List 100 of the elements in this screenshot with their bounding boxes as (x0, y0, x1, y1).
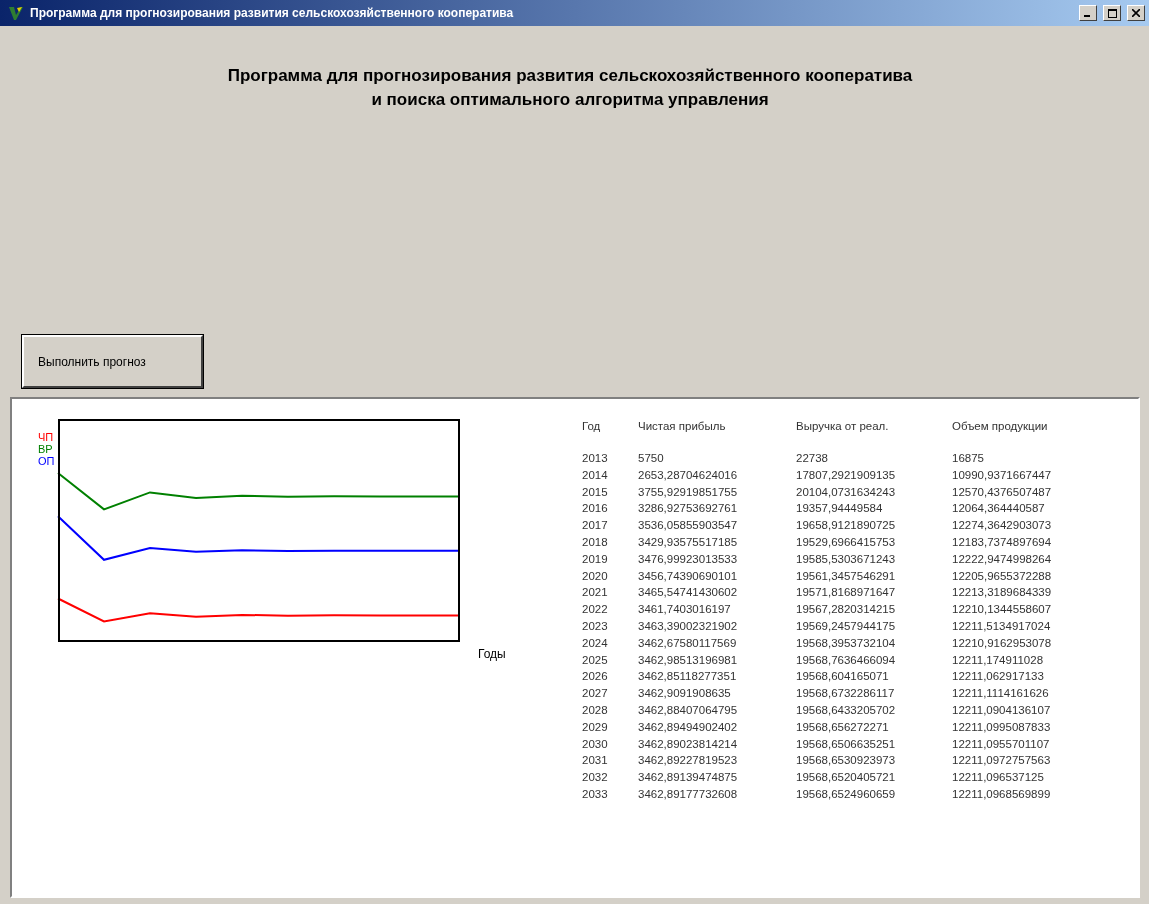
table-cell-text: 12211,0904136107 (952, 702, 1052, 718)
table-cell-text: 12274,3642903073 (952, 518, 1053, 534)
table-cell-text: 19529,6966415753 (796, 535, 897, 550)
table-cell-text: 12211,0995087833 (952, 719, 1052, 735)
table-cell-text: 12210,1344558607 (952, 602, 1053, 618)
table-cell-text: 3461,7403016197 (638, 602, 732, 618)
column-header: Объем продукции (952, 419, 1049, 434)
table-cell-text: 3462,89494902402 (638, 719, 739, 735)
app-icon (8, 5, 24, 21)
table-cell-text: 2021 (582, 585, 609, 601)
table-cell-text: 2018 (582, 535, 609, 550)
heading-line: и поиска оптимального алгоритма управления (370, 89, 770, 111)
column-header: Год (582, 419, 602, 434)
table-cell-text: 3462,9091908635 (638, 686, 732, 702)
table-cell-text: 19568,6506635251 (796, 736, 897, 752)
forecast-button[interactable]: Выполнить прогноз (22, 335, 203, 388)
table-cell-text: 2024 (582, 635, 609, 651)
table-cell-text: 19568,7636466094 (796, 652, 897, 668)
table-cell-text: 19568,3953732104 (796, 635, 897, 651)
table-cell-text: 3462,88407064795 (638, 702, 739, 718)
table-cell-text: 12211,174911028 (952, 652, 1045, 668)
table-cell-text: 19568,656272271 (796, 719, 890, 735)
table-cell-text: 3462,89139474875 (638, 770, 739, 786)
table-cell-text: 12211,0968569899 (952, 786, 1052, 802)
table-cell-text: 2653,28704624016 (638, 467, 739, 483)
table-cell-text: 2020 (582, 568, 609, 584)
table-cell-text: 17807,2921909135 (796, 467, 897, 483)
table-cell-text: 2025 (582, 652, 609, 668)
table-cell-text: 19568,6732286117 (796, 686, 896, 702)
table-cell-text: 2029 (582, 719, 609, 735)
table-cell-text: 3536,05855903547 (638, 518, 739, 534)
table-cell-text: 2023 (582, 618, 609, 634)
table-cell-text: 3462,89177732608 (638, 786, 739, 802)
table-cell-text: 19569,2457944175 (796, 618, 897, 634)
legend-label: ВР (38, 443, 54, 455)
table-cell-text: 12211,0955701107 (952, 736, 1051, 752)
table-cell-text: 2019 (582, 551, 609, 567)
table-cell-text: 19568,6530923973 (796, 753, 897, 769)
table-cell-text: 2030 (582, 736, 609, 752)
table-cell-text: 12211,062917133 (952, 669, 1045, 685)
table-cell-text: 12211,1114161626 (952, 686, 1050, 702)
table-cell-text: 19567,2820314215 (796, 602, 897, 618)
table-cell-text: 22738 (796, 451, 829, 466)
maximize-button[interactable] (1103, 5, 1121, 21)
table-cell-text: 19568,6524960659 (796, 786, 897, 802)
axis-label: Годы (478, 647, 506, 661)
table-cell-text: 12064,364440587 (952, 501, 1046, 517)
table-cell-text: 3465,54741430602 (638, 585, 739, 601)
table-cell-text: 16875 (952, 451, 985, 466)
table-cell-text: 3755,92919851755 (638, 484, 739, 500)
table-cell-text: 3462,85118277351 (638, 669, 738, 685)
table-cell-text: 3476,99923013533 (638, 551, 739, 567)
table-cell-text: 3462,89023814214 (638, 736, 739, 752)
table-cell-text: 3456,74390690101 (638, 568, 739, 584)
close-button[interactable] (1127, 5, 1145, 21)
table-cell-text: 19568,6433205702 (796, 702, 897, 718)
table-cell-text: 12183,7374897694 (952, 535, 1053, 550)
maximize-icon (1107, 8, 1117, 18)
legend-label: ОП (38, 455, 55, 467)
close-icon (1132, 9, 1140, 17)
column-header: Чистая прибыль (638, 419, 727, 434)
table-cell-text: 19658,9121890725 (796, 518, 897, 534)
table-cell-text: 3463,39002321902 (638, 618, 739, 634)
table-cell-text: 2027 (582, 686, 609, 702)
table-cell-text: 2032 (582, 770, 609, 786)
minimize-button[interactable] (1079, 5, 1097, 21)
table-cell-text: 3462,89227819523 (638, 753, 739, 769)
table-cell-text: 2016 (582, 501, 609, 517)
table-cell-text: 2031 (582, 753, 609, 769)
table-cell-text: 19561,3457546291 (796, 568, 897, 584)
table-cell-text: 12213,3189684339 (952, 585, 1053, 601)
table-cell-text: 2017 (582, 518, 609, 534)
window-title: Программа для прогнозирования развития сельскохозяйственного кооператива (30, 6, 515, 20)
table-cell-text: 20104,0731634243 (796, 484, 897, 500)
table-cell-text: 2013 (582, 451, 609, 466)
table-cell-text: 12211,5134917024 (952, 618, 1052, 634)
table-cell-text: 12222,9474998264 (952, 551, 1053, 567)
heading-line: Программа для прогнозирования развития сельскохозяйственного кооператива (226, 65, 914, 87)
table-cell-text: 12570,4376507487 (952, 484, 1053, 500)
table-cell-text: 3462,98513196981 (638, 652, 739, 668)
table-cell-text: 19357,94449584 (796, 501, 884, 517)
table-cell-text: 2028 (582, 702, 609, 718)
table-cell-text: 19568,6520405721 (796, 770, 897, 786)
legend-label: ЧП (38, 431, 55, 443)
table-cell-text: 3286,92753692761 (638, 501, 739, 517)
table-cell-text: 2022 (582, 602, 609, 618)
table-cell-text: 3462,67580117569 (638, 635, 738, 651)
table-cell-text: 12211,096537125 (952, 770, 1045, 786)
column-header: Выручка от реал. (796, 419, 890, 434)
table-cell-text: 5750 (638, 451, 665, 466)
table-cell-text: 2033 (582, 786, 609, 802)
table-cell-text: 19571,8168971647 (796, 585, 897, 601)
table-cell-text: 12211,0972757563 (952, 753, 1052, 769)
table-cell-text: 19568,604165071 (796, 669, 890, 685)
table-cell-text: 2026 (582, 669, 609, 685)
table-cell-text: 2015 (582, 484, 609, 500)
table-cell-text: 19585,5303671243 (796, 551, 897, 567)
table-cell-text: 2014 (582, 467, 609, 483)
table-cell-text: 12210,9162953078 (952, 635, 1053, 651)
table-cell-text: 3429,93575517185 (638, 535, 739, 550)
